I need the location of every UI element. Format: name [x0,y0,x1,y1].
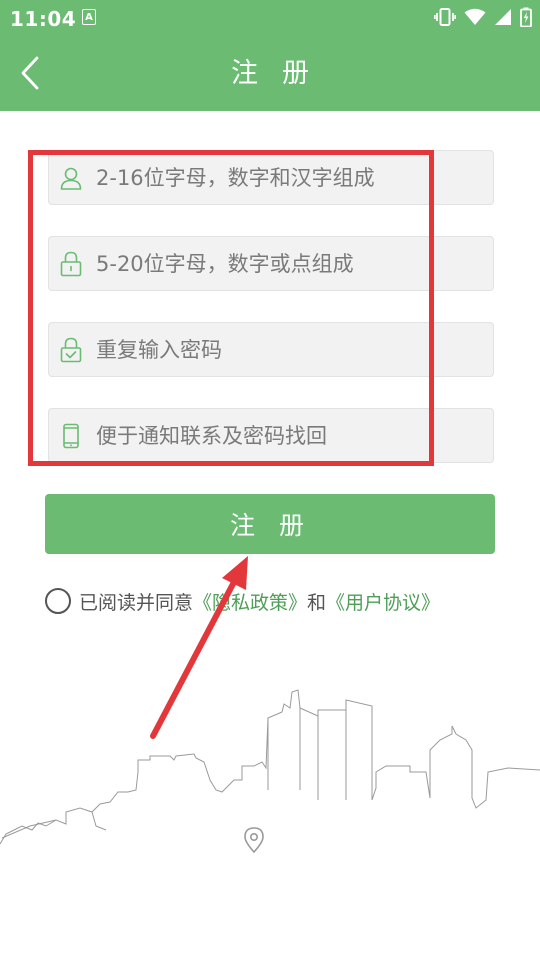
username-input[interactable] [96,151,493,204]
agreement-checkbox[interactable] [45,588,71,614]
phone-field [48,408,494,463]
privacy-policy-link[interactable]: 《隐私政策》 [193,588,307,615]
lock-icon [60,251,82,277]
city-skyline-illustration [0,689,540,854]
app-notification-icon: A [82,9,96,25]
agreement-conjunction: 和 [307,591,327,614]
top-bar: 11:04 A 注册 [0,0,540,111]
password-input[interactable] [96,237,493,290]
page-title: 注册 [231,58,333,89]
register-button[interactable]: 注册 [45,494,495,554]
status-time: 11:04 [10,7,77,31]
chevron-left-icon [21,56,39,90]
confirm-password-field [48,322,494,377]
user-icon [60,165,82,191]
lock-check-icon [60,337,82,363]
back-button[interactable] [8,48,52,98]
phone-icon [60,423,82,449]
password-field [48,236,494,291]
agreement-row: 已阅读并同意 《隐私政策》 和 《用户协议》 [45,586,440,616]
wifi-icon [464,8,486,25]
battery-charging-icon [520,7,532,27]
status-bar: 11:04 A [0,0,540,36]
username-field [48,150,494,205]
user-agreement-link[interactable]: 《用户协议》 [326,588,440,615]
location-pin-icon [244,827,264,854]
title-bar: 注册 [0,36,540,111]
agreement-prefix: 已阅读并同意 [79,591,194,614]
confirm-password-input[interactable] [96,323,493,376]
cellular-signal-icon [495,9,511,25]
status-icons [434,6,532,28]
vibrate-icon [434,8,456,26]
phone-input[interactable] [96,409,493,462]
